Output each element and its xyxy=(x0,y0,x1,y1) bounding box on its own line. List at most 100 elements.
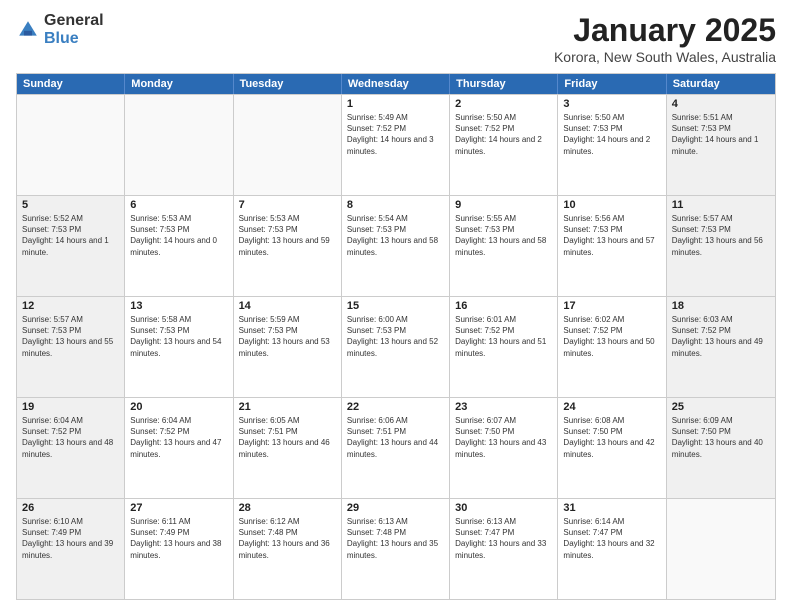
day-detail: Sunrise: 6:03 AM Sunset: 7:52 PM Dayligh… xyxy=(672,314,770,359)
day-number: 27 xyxy=(130,502,227,514)
logo-text: General Blue xyxy=(44,12,104,47)
day-detail: Sunrise: 5:53 AM Sunset: 7:53 PM Dayligh… xyxy=(130,213,227,258)
cal-cell: 3 Sunrise: 5:50 AM Sunset: 7:53 PM Daylig… xyxy=(558,95,666,195)
calendar-header: SundayMondayTuesdayWednesdayThursdayFrid… xyxy=(17,74,775,94)
cal-cell: 16 Sunrise: 6:01 AM Sunset: 7:52 PM Dayli… xyxy=(450,297,558,397)
day-detail: Sunrise: 5:56 AM Sunset: 7:53 PM Dayligh… xyxy=(563,213,660,258)
calendar: SundayMondayTuesdayWednesdayThursdayFrid… xyxy=(16,73,776,600)
day-number: 24 xyxy=(563,401,660,413)
day-number: 31 xyxy=(563,502,660,514)
title-month: January 2025 xyxy=(554,12,776,49)
day-detail: Sunrise: 6:07 AM Sunset: 7:50 PM Dayligh… xyxy=(455,415,552,460)
cal-cell: 10 Sunrise: 5:56 AM Sunset: 7:53 PM Dayli… xyxy=(558,196,666,296)
cal-cell xyxy=(667,499,775,599)
page: General Blue January 2025 Korora, New So… xyxy=(0,0,792,612)
cal-row-1: 1 Sunrise: 5:49 AM Sunset: 7:52 PM Daylig… xyxy=(17,94,775,195)
cal-cell: 19Sunrise: 6:04 AM Sunset: 7:52 PM Dayli… xyxy=(17,398,125,498)
day-detail: Sunrise: 5:49 AM Sunset: 7:52 PM Dayligh… xyxy=(347,112,444,157)
cal-cell: 13Sunrise: 5:58 AM Sunset: 7:53 PM Dayli… xyxy=(125,297,233,397)
day-detail: Sunrise: 6:14 AM Sunset: 7:47 PM Dayligh… xyxy=(563,516,660,561)
header-day-wednesday: Wednesday xyxy=(342,74,450,94)
cal-cell: 1 Sunrise: 5:49 AM Sunset: 7:52 PM Daylig… xyxy=(342,95,450,195)
day-detail: Sunrise: 6:05 AM Sunset: 7:51 PM Dayligh… xyxy=(239,415,336,460)
cal-cell: 20 Sunrise: 6:04 AM Sunset: 7:52 PM Dayli… xyxy=(125,398,233,498)
logo-icon xyxy=(16,18,40,42)
day-number: 30 xyxy=(455,502,552,514)
day-number: 1 xyxy=(347,98,444,110)
cal-cell: 2 Sunrise: 5:50 AM Sunset: 7:52 PM Daylig… xyxy=(450,95,558,195)
day-detail: Sunrise: 6:08 AM Sunset: 7:50 PM Dayligh… xyxy=(563,415,660,460)
day-detail: Sunrise: 6:01 AM Sunset: 7:52 PM Dayligh… xyxy=(455,314,552,359)
day-number: 2 xyxy=(455,98,552,110)
day-detail: Sunrise: 6:13 AM Sunset: 7:48 PM Dayligh… xyxy=(347,516,444,561)
day-detail: Sunrise: 5:57 AM Sunset: 7:53 PM Dayligh… xyxy=(22,314,119,359)
day-number: 9 xyxy=(455,199,552,211)
cal-cell: 17 Sunrise: 6:02 AM Sunset: 7:52 PM Dayli… xyxy=(558,297,666,397)
cal-cell: 4 Sunrise: 5:51 AM Sunset: 7:53 PM Daylig… xyxy=(667,95,775,195)
cal-cell xyxy=(125,95,233,195)
day-number: 16 xyxy=(455,300,552,312)
cal-cell: 23 Sunrise: 6:07 AM Sunset: 7:50 PM Dayli… xyxy=(450,398,558,498)
day-number: 25 xyxy=(672,401,770,413)
header-day-tuesday: Tuesday xyxy=(234,74,342,94)
cal-cell: 28Sunrise: 6:12 AM Sunset: 7:48 PM Dayli… xyxy=(234,499,342,599)
header-day-monday: Monday xyxy=(125,74,233,94)
day-detail: Sunrise: 6:02 AM Sunset: 7:52 PM Dayligh… xyxy=(563,314,660,359)
day-number: 26 xyxy=(22,502,119,514)
day-detail: Sunrise: 5:55 AM Sunset: 7:53 PM Dayligh… xyxy=(455,213,552,258)
title-location: Korora, New South Wales, Australia xyxy=(554,49,776,65)
cal-cell: 7 Sunrise: 5:53 AM Sunset: 7:53 PM Daylig… xyxy=(234,196,342,296)
cal-row-2: 5Sunrise: 5:52 AM Sunset: 7:53 PM Daylig… xyxy=(17,195,775,296)
day-number: 8 xyxy=(347,199,444,211)
day-number: 18 xyxy=(672,300,770,312)
logo-general: General xyxy=(44,12,104,30)
day-detail: Sunrise: 6:00 AM Sunset: 7:53 PM Dayligh… xyxy=(347,314,444,359)
header: General Blue January 2025 Korora, New So… xyxy=(16,12,776,65)
day-detail: Sunrise: 6:10 AM Sunset: 7:49 PM Dayligh… xyxy=(22,516,119,561)
day-number: 23 xyxy=(455,401,552,413)
cal-cell: 14 Sunrise: 5:59 AM Sunset: 7:53 PM Dayli… xyxy=(234,297,342,397)
day-number: 20 xyxy=(130,401,227,413)
day-detail: Sunrise: 5:52 AM Sunset: 7:53 PM Dayligh… xyxy=(22,213,119,258)
day-number: 4 xyxy=(672,98,770,110)
day-detail: Sunrise: 6:13 AM Sunset: 7:47 PM Dayligh… xyxy=(455,516,552,561)
day-detail: Sunrise: 5:50 AM Sunset: 7:53 PM Dayligh… xyxy=(563,112,660,157)
day-detail: Sunrise: 5:59 AM Sunset: 7:53 PM Dayligh… xyxy=(239,314,336,359)
day-detail: Sunrise: 6:04 AM Sunset: 7:52 PM Dayligh… xyxy=(130,415,227,460)
cal-cell: 22 Sunrise: 6:06 AM Sunset: 7:51 PM Dayli… xyxy=(342,398,450,498)
day-number: 6 xyxy=(130,199,227,211)
day-detail: Sunrise: 5:51 AM Sunset: 7:53 PM Dayligh… xyxy=(672,112,770,157)
cal-cell: 11Sunrise: 5:57 AM Sunset: 7:53 PM Dayli… xyxy=(667,196,775,296)
cal-cell: 29 Sunrise: 6:13 AM Sunset: 7:48 PM Dayli… xyxy=(342,499,450,599)
day-number: 14 xyxy=(239,300,336,312)
day-detail: Sunrise: 5:50 AM Sunset: 7:52 PM Dayligh… xyxy=(455,112,552,157)
day-number: 3 xyxy=(563,98,660,110)
day-number: 21 xyxy=(239,401,336,413)
day-number: 12 xyxy=(22,300,119,312)
day-detail: Sunrise: 6:06 AM Sunset: 7:51 PM Dayligh… xyxy=(347,415,444,460)
cal-cell: 30 Sunrise: 6:13 AM Sunset: 7:47 PM Dayli… xyxy=(450,499,558,599)
cal-row-3: 12 Sunrise: 5:57 AM Sunset: 7:53 PM Dayli… xyxy=(17,296,775,397)
day-number: 7 xyxy=(239,199,336,211)
cal-cell: 15Sunrise: 6:00 AM Sunset: 7:53 PM Dayli… xyxy=(342,297,450,397)
day-number: 29 xyxy=(347,502,444,514)
title-block: January 2025 Korora, New South Wales, Au… xyxy=(554,12,776,65)
cal-cell: 18 Sunrise: 6:03 AM Sunset: 7:52 PM Dayli… xyxy=(667,297,775,397)
day-number: 28 xyxy=(239,502,336,514)
day-number: 10 xyxy=(563,199,660,211)
cal-cell: 6 Sunrise: 5:53 AM Sunset: 7:53 PM Daylig… xyxy=(125,196,233,296)
cal-cell xyxy=(234,95,342,195)
day-detail: Sunrise: 6:11 AM Sunset: 7:49 PM Dayligh… xyxy=(130,516,227,561)
day-number: 22 xyxy=(347,401,444,413)
cal-cell: 24 Sunrise: 6:08 AM Sunset: 7:50 PM Dayli… xyxy=(558,398,666,498)
day-number: 13 xyxy=(130,300,227,312)
day-detail: Sunrise: 5:53 AM Sunset: 7:53 PM Dayligh… xyxy=(239,213,336,258)
cal-row-5: 26 Sunrise: 6:10 AM Sunset: 7:49 PM Dayli… xyxy=(17,498,775,599)
day-detail: Sunrise: 6:09 AM Sunset: 7:50 PM Dayligh… xyxy=(672,415,770,460)
header-day-thursday: Thursday xyxy=(450,74,558,94)
header-day-sunday: Sunday xyxy=(17,74,125,94)
day-detail: Sunrise: 5:57 AM Sunset: 7:53 PM Dayligh… xyxy=(672,213,770,258)
day-number: 17 xyxy=(563,300,660,312)
cal-cell: 26 Sunrise: 6:10 AM Sunset: 7:49 PM Dayli… xyxy=(17,499,125,599)
cal-cell: 5Sunrise: 5:52 AM Sunset: 7:53 PM Daylig… xyxy=(17,196,125,296)
